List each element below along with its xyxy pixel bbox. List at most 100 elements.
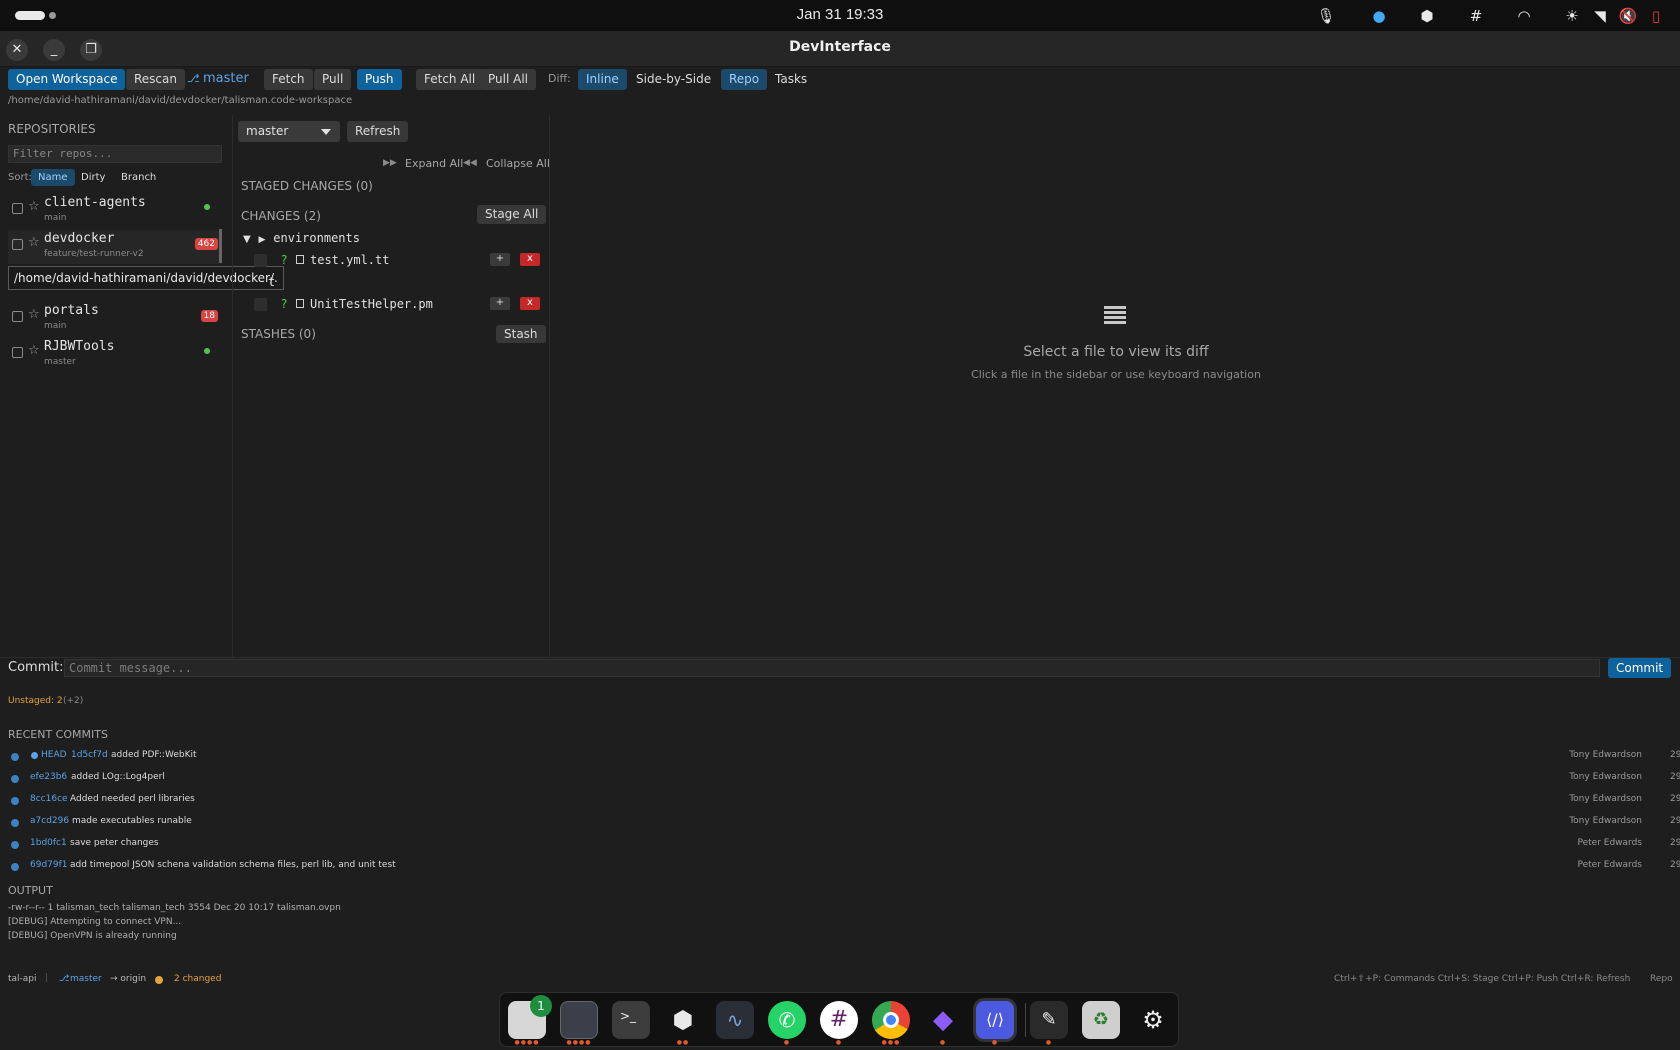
file-checkbox[interactable] (254, 254, 267, 267)
stage-file-button[interactable]: + (490, 297, 510, 310)
terminal-split-app-icon[interactable] (560, 1001, 598, 1039)
chrome-icon[interactable] (872, 1001, 910, 1039)
branch-select[interactable]: master (238, 121, 340, 142)
file-checkbox[interactable] (254, 298, 267, 311)
commit-row[interactable]: efe23b6 added LOg::Log4perl Tony Edwards… (0, 770, 1680, 788)
commit-hash[interactable]: 69d79f1 (30, 860, 68, 870)
repo-branch: main (44, 213, 67, 223)
tab-repo[interactable]: Repo (721, 69, 768, 90)
fetch-all-button[interactable]: Fetch All (416, 69, 484, 90)
commit-hash[interactable]: a7cd296 (30, 816, 69, 826)
repo-checkbox[interactable] (12, 239, 23, 250)
repo-checkbox[interactable] (12, 347, 23, 358)
unstaged-extra: (+2) (63, 696, 84, 706)
status-mode: Repo (1650, 974, 1673, 984)
star-icon[interactable]: ☆ (28, 343, 40, 358)
commit-row[interactable]: 8cc16ce Added needed perl libraries Tony… (0, 792, 1680, 810)
dirty-count-badge: 462 (194, 238, 218, 250)
side-by-side-diff-toggle[interactable]: Side-by-Side (628, 69, 719, 90)
repo-item-portals[interactable]: ☆ portals main 18 (8, 302, 222, 336)
system-monitor-icon[interactable]: ∿ (716, 1001, 754, 1039)
trash-icon[interactable]: ♻ (1082, 1001, 1120, 1039)
star-icon[interactable]: ☆ (28, 307, 40, 322)
commit-message-input[interactable]: Commit message... (64, 659, 1600, 677)
commit-message: add timepool JSON schena validation sche… (70, 860, 396, 870)
pull-all-button[interactable]: Pull All (480, 69, 536, 90)
file-list-icon (1104, 306, 1126, 324)
battery-low-icon[interactable]: ▯ (1646, 6, 1666, 26)
discard-file-button[interactable]: x (520, 297, 540, 310)
location-icon[interactable]: ● (1369, 6, 1389, 26)
show-apps-icon[interactable]: ⚙ (1134, 1001, 1172, 1039)
recent-commits-title: RECENT COMMITS (8, 728, 108, 741)
stage-all-button[interactable]: Stage All (477, 205, 547, 224)
empty-diff-hint: Click a file in the sidebar or use keybo… (971, 368, 1261, 381)
package-icon[interactable]: ⬢ (1417, 6, 1437, 26)
folder-environments[interactable]: ▼ ▶ environments (243, 231, 360, 245)
slack-icon[interactable]: # (820, 1001, 858, 1039)
microphone-icon[interactable]: 🎙 (1316, 6, 1336, 26)
whatsapp-icon[interactable]: ✆ (768, 1001, 806, 1039)
tab-tasks[interactable]: Tasks (767, 69, 815, 90)
commit-button[interactable]: Commit (1608, 658, 1672, 678)
fetch-button[interactable]: Fetch (264, 69, 313, 90)
repo-item-client-agents[interactable]: ☆ client-agents main (8, 194, 222, 228)
sidebar-scrollbar[interactable] (219, 229, 222, 263)
refresh-button[interactable]: Refresh (347, 121, 409, 142)
vpn-icon[interactable]: ◠ (1514, 6, 1534, 26)
repo-checkbox[interactable] (12, 203, 23, 214)
wifi-icon[interactable]: ◥ (1590, 6, 1610, 26)
file-name: UnitTestHelper.pm (310, 297, 433, 311)
unstaged-count: Unstaged: 2 (8, 696, 63, 706)
star-icon[interactable]: ☆ (28, 235, 40, 250)
stash-button[interactable]: Stash (496, 325, 546, 343)
terminal-app-icon[interactable]: >_ (612, 1001, 650, 1039)
commit-row[interactable]: 1bd0fc1 save peter changes Peter Edwards… (0, 836, 1680, 854)
commit-row[interactable]: HEAD 1d5cf7d added PDF::WebKit Tony Edwa… (0, 748, 1680, 766)
commit-hash[interactable]: 8cc16ce (30, 794, 68, 804)
filter-repos-input[interactable]: Filter repos... (8, 145, 222, 163)
devinterface-app-icon[interactable]: ⟨/⟩ (976, 1001, 1014, 1039)
sort-by-branch-button[interactable]: Branch (114, 169, 163, 186)
commit-row[interactable]: a7cd296 made executables runable Tony Ed… (0, 814, 1680, 832)
repo-checkbox[interactable] (12, 311, 23, 322)
expand-all-button[interactable]: Expand All (405, 157, 463, 170)
obsidian-icon[interactable]: ◆ (924, 1001, 962, 1039)
open-workspace-button[interactable]: Open Workspace (8, 69, 126, 90)
discard-file-button[interactable]: x (520, 253, 540, 266)
chevron-right-icon: ▶ (258, 235, 266, 245)
running-indicator: ●●●● (514, 1039, 540, 1046)
status-separator: | (45, 973, 49, 983)
commit-hash[interactable]: efe23b6 (30, 772, 67, 782)
repo-item-rjbwtools[interactable]: ☆ RJBWTools master (8, 338, 222, 372)
repo-branch: main (44, 321, 67, 331)
chevron-down-icon (321, 129, 331, 135)
repo-item-devdocker[interactable]: ☆ devdocker feature/test-runner-v2 462 (8, 230, 222, 264)
package-app-icon[interactable]: ⬢ (664, 1001, 702, 1039)
folder-t[interactable]: t (268, 275, 275, 289)
sort-by-dirty-button[interactable]: Dirty (74, 169, 112, 186)
commit-hash[interactable]: 1bd0fc1 (30, 838, 67, 848)
collapse-all-button[interactable]: Collapse All (486, 157, 550, 170)
running-indicator: ●● (676, 1039, 690, 1046)
commit-hash[interactable]: 1d5cf7d (71, 750, 108, 760)
notification-badge: 1 (530, 995, 552, 1017)
head-dot (31, 752, 38, 759)
pull-button[interactable]: Pull (314, 69, 352, 90)
branch-icon: ⎇ (59, 974, 70, 984)
slack-tray-icon[interactable]: # (1466, 6, 1486, 26)
text-editor-icon[interactable]: ✎ (1030, 1001, 1068, 1039)
sort-by-name-button[interactable]: Name (31, 169, 75, 186)
commit-row[interactable]: 69d79f1 add timepool JSON schena validat… (0, 858, 1680, 876)
inline-diff-toggle[interactable]: Inline (578, 69, 627, 90)
volume-muted-icon[interactable]: 🔇 (1618, 6, 1638, 26)
star-icon[interactable]: ☆ (28, 199, 40, 214)
commit-time: 29 (1670, 750, 1680, 760)
repo-branch: master (44, 357, 76, 367)
files-app-icon[interactable]: 1 (508, 995, 552, 1039)
push-button[interactable]: Push (357, 69, 402, 90)
rescan-button[interactable]: Rescan (126, 69, 185, 90)
stage-file-button[interactable]: + (490, 253, 510, 266)
commit-message: made executables runable (72, 816, 192, 826)
brightness-icon[interactable]: ☀ (1562, 6, 1582, 26)
